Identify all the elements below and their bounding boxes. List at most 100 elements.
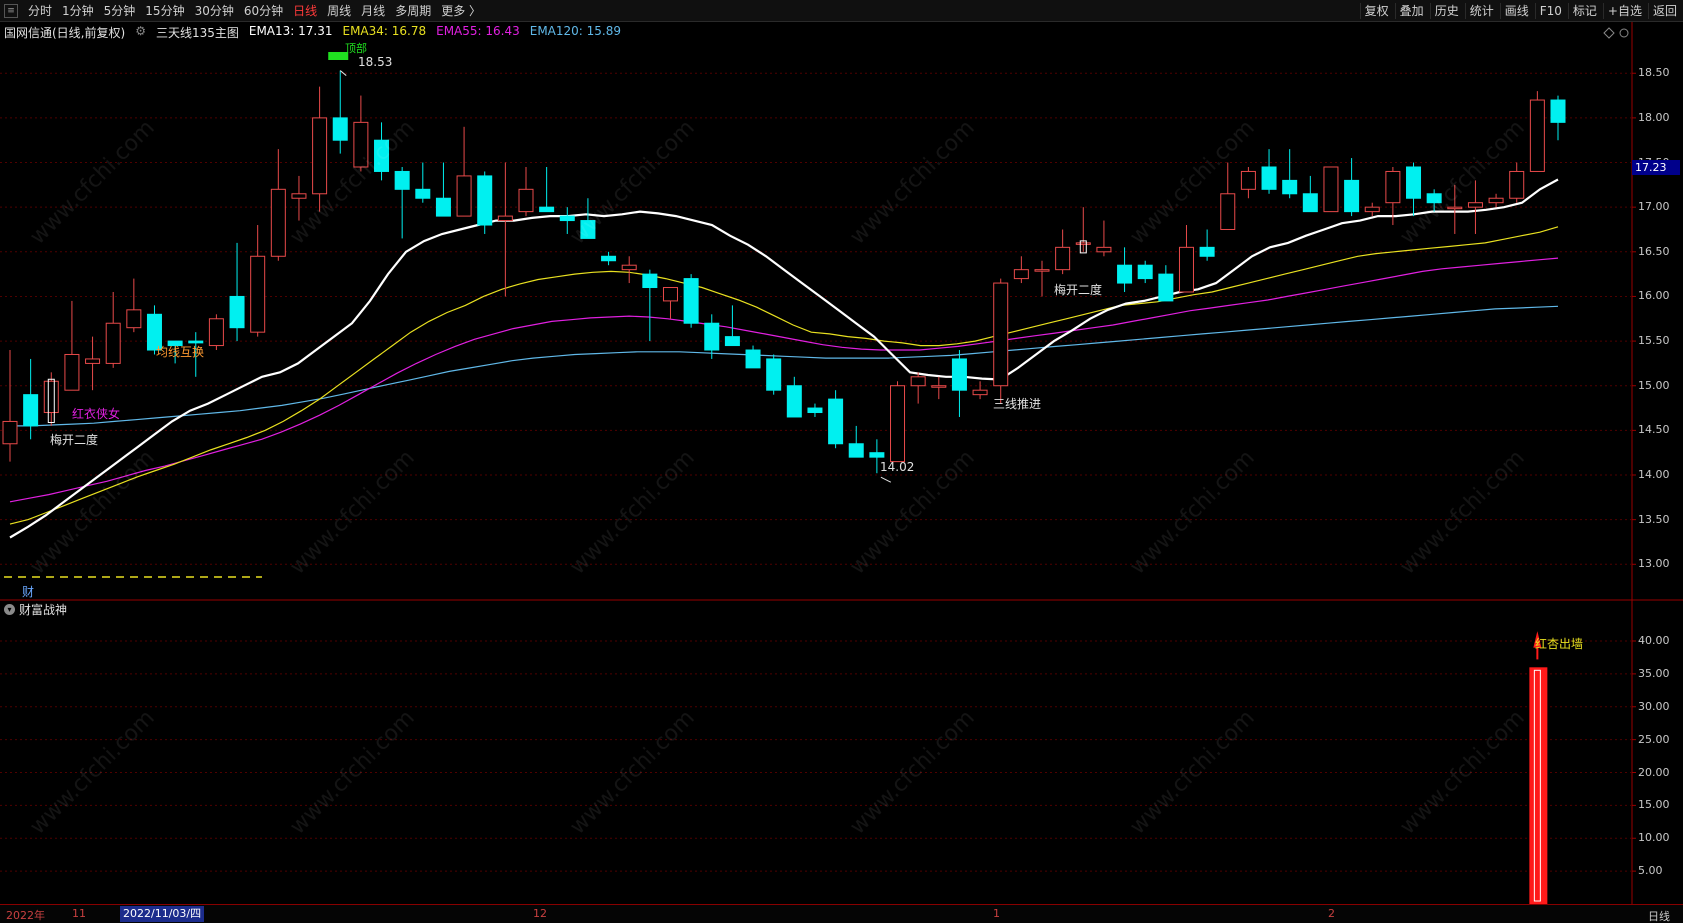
high-price-label: 18.53 — [358, 55, 393, 69]
candle-body — [1509, 170, 1525, 199]
candle-body — [477, 175, 493, 226]
candle-body — [539, 206, 555, 213]
candle-body — [1323, 166, 1339, 213]
candle-body — [435, 197, 451, 217]
candle-body — [683, 278, 699, 324]
candle-body — [807, 407, 823, 414]
kline-chart[interactable] — [0, 0, 1683, 923]
candle-body — [828, 398, 844, 445]
ema34-line — [9, 226, 1559, 525]
candle-body — [1199, 246, 1215, 257]
sub-axis: 40.00 35.00 30.00 25.00 20.00 15.00 10.00 5.00 — [1632, 0, 1683, 904]
candle-body — [1344, 179, 1360, 213]
low-price-label: 14.02 — [880, 460, 915, 474]
sub-signal-bar — [1529, 667, 1548, 904]
candle-body — [890, 385, 906, 463]
candle-body — [1364, 206, 1380, 213]
candle-body — [1013, 269, 1029, 280]
candle-body — [848, 443, 864, 458]
sub-axis-label: 40.00 — [1638, 634, 1670, 647]
candle-body — [1137, 264, 1153, 280]
candle-body — [745, 349, 761, 369]
date-axis: 2022年 11 2022/11/03/四 12 1 2 日线 — [0, 904, 1683, 923]
candle-body — [291, 193, 307, 199]
candle-body — [208, 318, 224, 347]
candle-body — [1075, 242, 1091, 245]
candle-body — [580, 220, 596, 239]
period-indicator[interactable]: 日线 — [1648, 908, 1670, 923]
signal-junxian: 均线互换 — [156, 345, 205, 359]
candle-body — [456, 175, 472, 217]
candle-body — [1055, 246, 1071, 271]
ema55-line — [9, 257, 1559, 503]
candle-body — [126, 309, 142, 329]
candle-body — [497, 215, 513, 222]
candle-body — [951, 358, 967, 391]
candle-body — [23, 394, 39, 427]
candle-body — [1529, 99, 1545, 172]
signal-hongyi: 红衣侠女 — [72, 407, 121, 421]
sub-axis-label: 35.00 — [1638, 666, 1670, 680]
candle-body — [786, 385, 802, 418]
candle-body — [1261, 166, 1277, 190]
candle-body — [270, 188, 286, 257]
candle-body — [972, 389, 988, 396]
candle-body — [1550, 99, 1566, 123]
candle-body — [1220, 193, 1236, 230]
candle-body — [1034, 269, 1050, 272]
candle-body — [559, 215, 575, 222]
candle-body — [332, 117, 348, 141]
date-cursor: 2022/11/03/四 — [120, 906, 205, 922]
candle-body — [1117, 264, 1133, 284]
candle-body — [43, 380, 59, 414]
candle-body — [518, 188, 534, 213]
sub-axis-label: 20.00 — [1638, 765, 1670, 779]
candle-body — [374, 139, 390, 172]
candle-body — [704, 322, 720, 351]
month-label-11: 11 — [72, 907, 86, 920]
candle-body — [1385, 170, 1401, 204]
candle-body — [250, 255, 266, 333]
candle-body — [312, 117, 328, 195]
signal-sanxian: 三线推进 — [993, 397, 1042, 411]
candle-body — [1488, 197, 1504, 204]
signal-meikai-2: 梅开二度 — [1054, 283, 1103, 297]
candle-body — [2, 420, 18, 445]
candle-body — [993, 282, 1009, 387]
circle-icon — [1619, 28, 1629, 38]
candle-body — [642, 273, 658, 289]
candle-body — [1240, 170, 1256, 190]
sub-axis-label: 15.00 — [1638, 798, 1670, 812]
month-label-2: 2 — [1328, 907, 1335, 920]
candle-body — [229, 295, 245, 329]
sub-axis-label: 25.00 — [1638, 732, 1670, 746]
candle-body — [64, 353, 80, 391]
year-label: 2022年 — [6, 909, 45, 922]
candle-body — [1467, 202, 1483, 208]
candle-body — [353, 121, 369, 168]
candle-body — [1302, 193, 1318, 213]
candle-body — [394, 170, 410, 190]
finance-marker[interactable]: 财 — [22, 583, 34, 600]
signal-meikai-1: 梅开二度 — [50, 433, 99, 447]
candle-body — [766, 358, 782, 391]
candle-body — [85, 358, 101, 364]
candle-body — [1447, 206, 1463, 210]
candle-body — [1282, 179, 1298, 195]
candle-body — [415, 188, 431, 199]
sub-axis-label: 5.00 — [1638, 864, 1663, 878]
candle-body — [621, 264, 637, 271]
month-label-1: 1 — [993, 907, 1000, 920]
low-pointer — [880, 476, 892, 483]
ema13-line — [9, 178, 1559, 539]
candle-body — [1426, 193, 1442, 204]
candle-body — [724, 336, 740, 347]
candle-body — [869, 452, 885, 458]
candle-body — [1406, 166, 1422, 199]
candle-body — [1158, 273, 1174, 302]
candle-body — [1096, 246, 1112, 253]
candle-body — [662, 287, 678, 302]
signal-hongxing: 红杏出墙 — [1535, 637, 1584, 651]
candle-body — [910, 376, 926, 387]
sub-axis-label: 30.00 — [1638, 699, 1670, 713]
